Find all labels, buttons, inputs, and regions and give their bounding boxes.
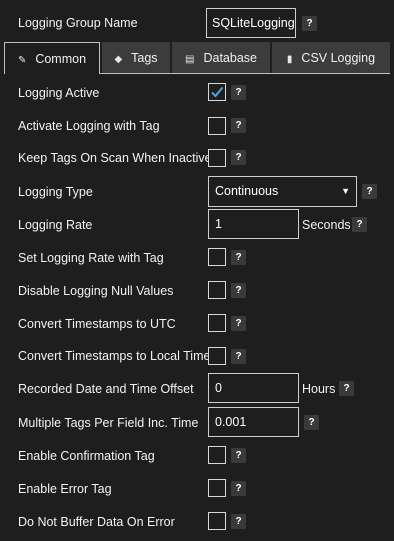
tab-common-label: Common (35, 52, 87, 66)
rate-with-tag-checkbox[interactable] (208, 248, 226, 266)
tag-icon: ◆ (114, 54, 123, 65)
logging-active-label: Logging Active (18, 86, 100, 100)
file-icon: ▮ (286, 54, 293, 65)
error-tag-help-button[interactable]: ? (231, 481, 246, 496)
activate-with-tag-label: Activate Logging with Tag (18, 119, 160, 133)
pencil-icon: ✎ (17, 55, 27, 66)
tab-tags-label: Tags (131, 51, 158, 65)
tab-csv-logging-label: CSV Logging (301, 51, 376, 65)
confirmation-tag-help-button[interactable]: ? (231, 448, 246, 463)
activate-with-tag-checkbox[interactable] (208, 117, 226, 135)
multiple-tags-label: Multiple Tags Per Field Inc. Time (18, 416, 199, 430)
disable-null-help-button[interactable]: ? (231, 283, 246, 298)
date-offset-label: Recorded Date and Time Offset (18, 382, 194, 396)
multiple-tags-help-button[interactable]: ? (304, 415, 319, 430)
keep-tags-label: Keep Tags On Scan When Inactive (18, 151, 212, 165)
tab-csv-logging[interactable]: ▮ CSV Logging (272, 42, 390, 74)
tab-tags[interactable]: ◆ Tags (102, 42, 170, 74)
group-name-help-button[interactable]: ? (302, 16, 317, 31)
convert-utc-help-button[interactable]: ? (231, 316, 246, 331)
keep-tags-checkbox[interactable] (208, 149, 226, 167)
logging-active-help-button[interactable]: ? (231, 85, 246, 100)
no-buffer-label: Do Not Buffer Data On Error (18, 515, 175, 529)
database-icon: ▤ (185, 54, 195, 65)
logging-type-help-button[interactable]: ? (362, 184, 377, 199)
logging-active-checkbox[interactable] (208, 83, 226, 101)
group-name-input[interactable]: SQLiteLogging (206, 8, 296, 38)
rate-with-tag-help-button[interactable]: ? (231, 250, 246, 265)
tab-database-label: Database (203, 51, 257, 65)
tab-bar-underline (100, 73, 390, 74)
disable-null-label: Disable Logging Null Values (18, 284, 174, 298)
error-tag-checkbox[interactable] (208, 479, 226, 497)
convert-local-label: Convert Timestamps to Local Time (18, 349, 211, 363)
logging-rate-input[interactable]: 1 (208, 209, 299, 239)
convert-local-help-button[interactable]: ? (231, 349, 246, 364)
logging-type-value: Continuous (215, 184, 279, 198)
no-buffer-checkbox[interactable] (208, 512, 226, 530)
logging-type-label: Logging Type (18, 185, 93, 199)
date-offset-unit: Hours (302, 382, 336, 396)
convert-local-checkbox[interactable] (208, 347, 226, 365)
checkmark-icon (211, 86, 224, 98)
convert-utc-label: Convert Timestamps to UTC (18, 317, 176, 331)
confirmation-tag-label: Enable Confirmation Tag (18, 449, 155, 463)
logging-rate-label: Logging Rate (18, 218, 93, 232)
date-offset-input[interactable]: 0 (208, 373, 299, 403)
activate-with-tag-help-button[interactable]: ? (231, 118, 246, 133)
tab-database[interactable]: ▤ Database (172, 42, 270, 74)
rate-with-tag-label: Set Logging Rate with Tag (18, 251, 164, 265)
disable-null-checkbox[interactable] (208, 281, 226, 299)
multiple-tags-input[interactable]: 0.001 (208, 407, 299, 437)
convert-utc-checkbox[interactable] (208, 314, 226, 332)
tab-common[interactable]: ✎ Common (4, 42, 100, 74)
logging-rate-help-button[interactable]: ? (352, 217, 367, 232)
logging-rate-unit: Seconds (302, 218, 351, 232)
keep-tags-help-button[interactable]: ? (231, 150, 246, 165)
group-name-label: Logging Group Name (18, 16, 138, 30)
chevron-down-icon: ▼ (341, 186, 350, 196)
no-buffer-help-button[interactable]: ? (231, 514, 246, 529)
tab-bar: ✎ Common ◆ Tags ▤ Database ▮ CSV Logging (4, 42, 390, 74)
error-tag-label: Enable Error Tag (18, 482, 112, 496)
date-offset-help-button[interactable]: ? (339, 381, 354, 396)
confirmation-tag-checkbox[interactable] (208, 446, 226, 464)
logging-type-select[interactable]: Continuous ▼ (208, 176, 357, 207)
